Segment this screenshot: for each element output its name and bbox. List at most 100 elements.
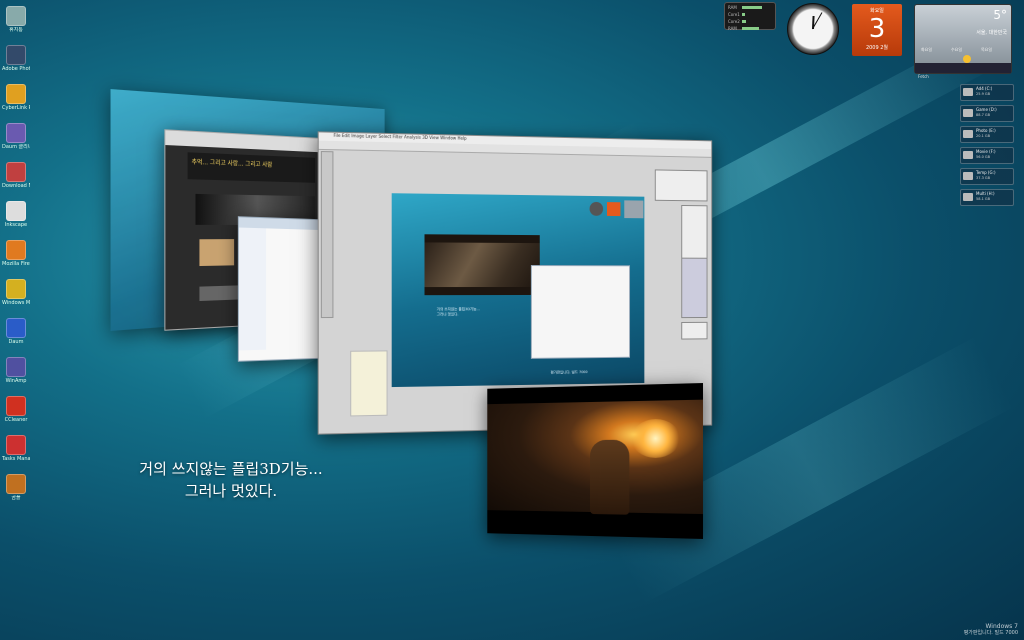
drive-item[interactable]: Game (D:) 88.7 GB [960,105,1014,122]
drive-item[interactable]: Multi (H:) 58.1 GB [960,189,1014,206]
powerdvd-icon [6,84,26,104]
drive-size: 37.3 GB [976,176,991,180]
drive-size: 25.9 GB [976,92,991,96]
desktop-icon-label: WinAmp [5,378,27,384]
ccleaner-icon [6,396,26,416]
desktop-icon[interactable]: Adobe Photoshop [2,45,30,72]
photoshop-toolbox[interactable] [320,150,334,319]
desktop-icon[interactable]: 휴지통 [2,6,30,33]
desktop-icon[interactable]: Daum [2,318,30,345]
photoshop-history-panel[interactable] [681,321,708,340]
drive-size: 58.1 GB [976,197,991,201]
desktop-icon[interactable]: Download Now [2,162,30,189]
drive-item[interactable]: Photo (E:) 20.1 GB [960,126,1014,143]
calendar-gadget[interactable]: 화요일 3 2009 2월 [852,4,902,56]
drive-size: 20.1 GB [976,134,991,138]
desktop-icon[interactable]: Inkscape [2,201,30,228]
desktop-icon[interactable]: 곰플 [2,474,30,501]
desktop-icon-label: Windows Media Center [2,300,30,306]
desktop-icon-label: CyberLink PowerDVD 8 [2,105,30,111]
photoshop-help-panel [350,350,388,417]
caption-line-1: 거의 쓰지않는 플립3D기능... [139,460,323,478]
drive-size: 56.0 GB [976,155,991,159]
desktop-icon[interactable]: Windows Media Center [2,279,30,306]
clock-gadget[interactable] [787,3,839,55]
hard-drive-icon [963,193,973,201]
desktop-icon-label: Daum [8,339,24,345]
blog-banner: 추억... 그리고 사랑... 그리고 사람 [187,152,316,183]
drive-name: Ad4 (C:) [976,86,993,91]
photoshop-canvas[interactable]: 거의 쓰지않는 플립3D기능... 그러나 멋있다. 평가판입니다. 빌드 700… [391,193,645,388]
calendar-day-number: 3 [868,14,886,44]
desktop-icon[interactable]: Daum 클리너 [2,123,30,150]
caption-line-2: 그러나 멋있다. [184,482,278,500]
desktop-icon-label: Daum 클리너 [2,144,30,150]
explorer-sidebar [238,227,267,351]
torch-fire [631,418,681,458]
cpu-meter-row: RAM [728,26,772,31]
desktop-icon-label: Inkscape [4,222,28,228]
movie-frame [487,399,703,515]
drive-name: Temp (G:) [976,170,996,175]
forecast-day: 화요일 [921,47,933,52]
cpu-meter-gadget[interactable]: RAM Core1 Core2 RAM [724,2,776,31]
desktop-icon-label: Mozilla Firefox [2,261,30,267]
desktop-icon[interactable]: Tasks Manager [2,435,30,462]
drive-item[interactable]: Temp (G:) 37.3 GB [960,168,1014,185]
drive-name: Multi (H:) [976,191,995,196]
photoshop-navigator-panel[interactable] [654,169,708,202]
cpu-meter-label: Core1 [728,12,740,17]
desktop-icon[interactable]: CCleaner [2,396,30,423]
drive-name: Movie (F:) [976,149,996,154]
desktop-icon-label: Tasks Manager [2,456,30,462]
calendar-month: 2009 2월 [865,45,889,51]
desktop-icon-label: 곰플 [11,495,21,501]
cpu-meter-label: Core2 [728,19,740,24]
cpu-meter-bar [742,20,746,23]
cpu-meter-bar [742,6,762,9]
photoshop-icon [6,45,26,65]
drive-item[interactable]: Ad4 (C:) 25.9 GB [960,84,1014,101]
drive-name: Game (D:) [976,107,997,112]
desktop-icon-label: CCleaner [4,417,28,423]
cleaner-icon [6,123,26,143]
cpu-meter-row: Core1 [728,12,772,17]
movie-player-window[interactable] [487,383,703,539]
inkscape-icon [6,201,26,221]
windows-watermark: Windows 7 평가판입니다. 빌드 7000 [964,623,1018,637]
canvas-explorer-preview [530,265,631,359]
movie-figure [590,439,630,515]
forecast-day: 수요일 [951,47,963,52]
drive-item[interactable]: Movie (F:) 56.0 GB [960,147,1014,164]
cpu-meter-label: RAM [728,5,737,10]
weather-gadget[interactable]: 5° 서울, 대한민국 화요일 수요일 목요일 Fetch [914,4,1012,79]
windows-brand: Windows 7 [985,623,1018,630]
canvas-movie-preview [424,234,540,296]
blog-image [199,239,235,267]
firefox-icon [6,240,26,260]
daum-icon [6,318,26,338]
weather-temperature: 5° [993,8,1007,22]
gom-player-icon [6,474,26,494]
canvas-caption-text: 거의 쓰지않는 플립3D기능... 그러나 멋있다. [436,307,480,317]
handwritten-caption: 거의 쓰지않는 플립3D기능... 그러나 멋있다. [96,458,366,502]
sun-icon [963,55,971,63]
cpu-meter-row: Core2 [728,19,772,24]
recycle-bin-icon [6,6,26,26]
desktop-icon-label: 휴지통 [9,27,23,33]
desktop-icon[interactable]: Mozilla Firefox [2,240,30,267]
desktop-icon[interactable]: WinAmp [2,357,30,384]
hard-drive-icon [963,172,973,180]
hard-drive-icon [963,130,973,138]
calendar-day-name: 화요일 [870,8,884,14]
weather-city: 서울, 대한민국 [976,30,1007,36]
cpu-meter-bar [742,27,759,30]
task-manager-icon [6,435,26,455]
hard-drive-icon [963,109,973,117]
photoshop-layers-panel[interactable] [681,257,708,319]
desktop-icon-label: Adobe Photoshop [2,66,30,72]
hard-drive-icon [963,88,973,96]
desktop-icon[interactable]: CyberLink PowerDVD 8 [2,84,30,111]
canvas-watermark-text: 평가판입니다. 빌드 7000 [550,370,588,375]
cpu-meter-row: RAM [728,5,772,10]
